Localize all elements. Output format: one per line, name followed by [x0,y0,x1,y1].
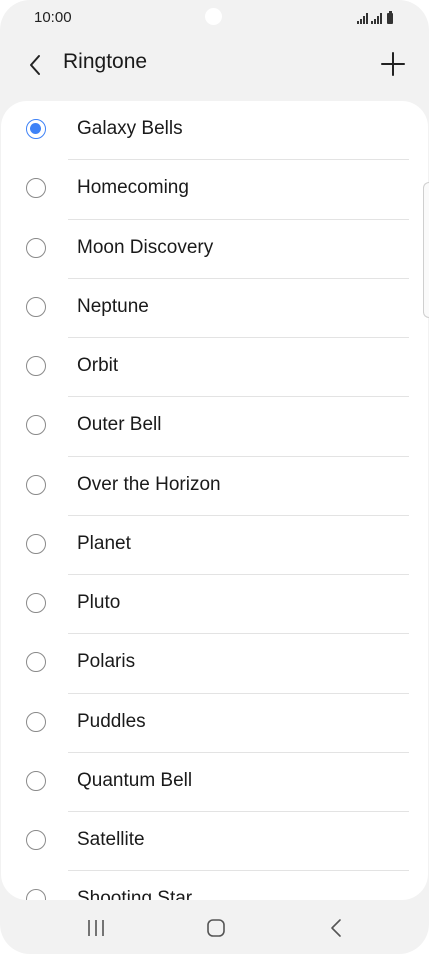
ringtone-label: Shooting Star [77,888,193,900]
navigation-bar [0,900,429,954]
ringtone-item[interactable]: Homecoming [1,160,428,220]
ringtone-label: Orbit [77,355,119,376]
scrollbar[interactable] [423,182,429,318]
home-button[interactable] [196,914,236,942]
ringtone-item[interactable]: Moon Discovery [1,220,428,279]
ringtone-label: Polaris [77,651,136,673]
add-ringtone-button[interactable] [375,46,411,82]
ringtone-item[interactable]: Galaxy Bells [1,101,428,161]
radio-button[interactable] [26,178,46,199]
ringtone-label: Satellite [77,829,145,850]
plus-icon [381,52,405,76]
home-icon [207,919,225,937]
radio-button[interactable] [26,830,46,850]
recent-apps-button[interactable] [76,914,116,942]
ringtone-label: Over the Horizon [77,473,221,495]
ringtone-label: Outer Bell [77,414,162,436]
radio-button[interactable] [26,356,46,376]
ringtone-item[interactable]: Quantum Bell [1,753,428,812]
signal-icon [357,13,368,24]
radio-button[interactable] [26,770,46,791]
ringtone-item[interactable]: Outer Bell [1,397,428,457]
radio-button[interactable] [26,296,46,317]
ringtone-item[interactable]: Pluto [1,575,428,635]
ringtone-label: Moon Discovery [77,236,214,258]
nav-back-button[interactable] [316,914,356,942]
ringtone-item[interactable]: Neptune [1,279,428,338]
ringtone-item[interactable]: Over the Horizon [1,457,428,516]
status-time: 10:00 [34,9,72,26]
page-title: Ringtone [63,50,148,73]
status-icons [357,10,393,24]
ringtone-item[interactable]: Orbit [1,338,428,398]
radio-button[interactable] [26,415,46,436]
battery-icon [387,11,393,24]
chevron-left-icon [30,55,40,75]
ringtone-label: Galaxy Bells [77,118,183,139]
ringtone-item[interactable]: Polaris [1,634,428,694]
phone-screen: 10:00 Ringtone Galaxy Bells Homecoming M… [0,0,429,954]
ringtone-list: Galaxy Bells Homecoming Moon Discovery N… [1,101,428,900]
ringtone-item[interactable]: Shooting Star [1,871,428,900]
radio-button[interactable] [26,593,46,613]
radio-button[interactable] [26,237,46,258]
status-bar: 10:00 [0,0,429,40]
radio-button[interactable] [26,889,46,900]
ringtone-label: Puddles [77,710,146,732]
ringtone-item[interactable]: Planet [1,516,428,575]
recent-apps-icon [88,920,104,936]
ringtone-label: Quantum Bell [77,769,193,791]
back-icon [331,919,341,937]
ringtone-label: Pluto [77,592,121,613]
ringtone-item[interactable]: Satellite [1,812,428,872]
ringtone-label: Neptune [77,295,149,317]
ringtone-label: Planet [77,532,131,554]
ringtone-label: Homecoming [77,177,189,199]
ringtone-item[interactable]: Puddles [1,694,428,753]
signal-icon-2 [371,13,382,24]
radio-button[interactable] [26,474,46,495]
radio-button[interactable] [26,533,46,554]
app-header: Ringtone [0,40,429,96]
radio-button[interactable] [26,711,46,732]
radio-button-selected[interactable] [26,119,46,139]
camera-cutout [205,8,222,25]
radio-button[interactable] [26,652,46,673]
back-button[interactable] [18,48,52,82]
